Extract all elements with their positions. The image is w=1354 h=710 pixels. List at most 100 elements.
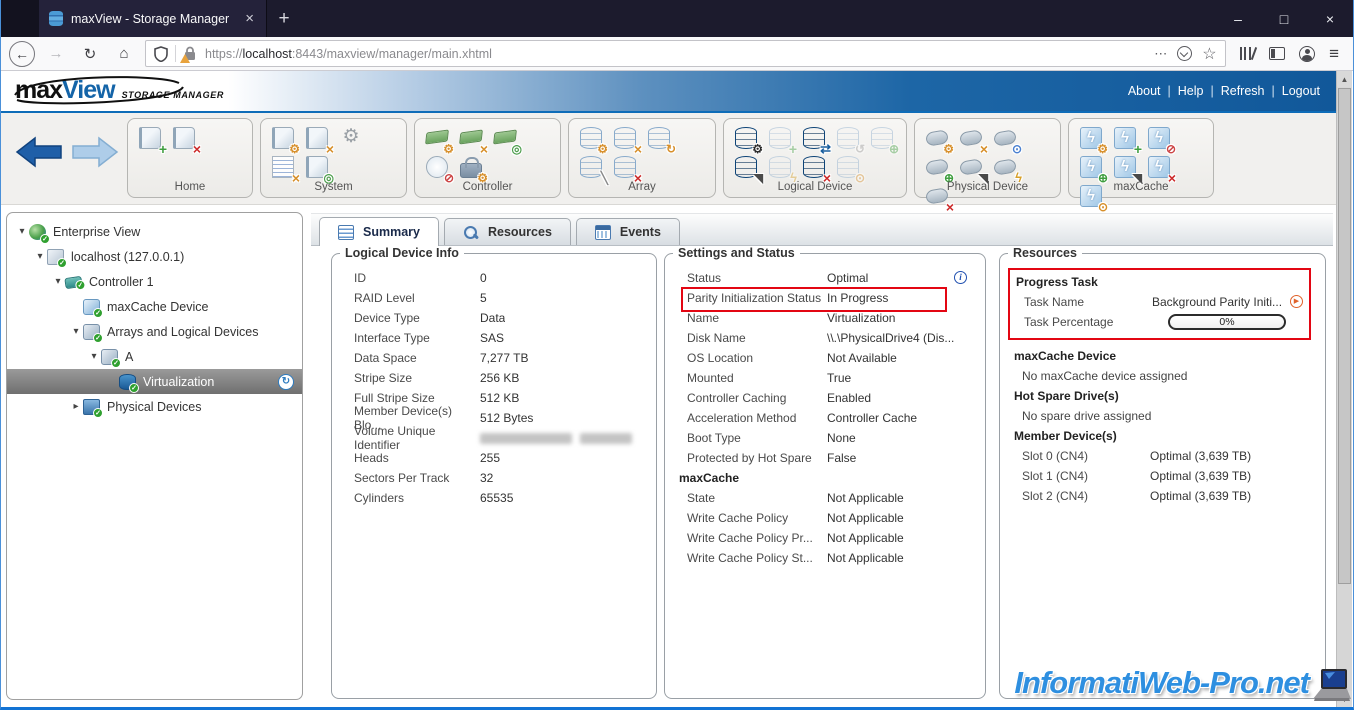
physical-device-config-button[interactable]: × — [959, 126, 985, 151]
preferences-button[interactable]: ⚙ — [339, 126, 365, 151]
close-button[interactable]: × — [1307, 0, 1353, 37]
tab-resources[interactable]: Resources — [444, 218, 571, 245]
tree-item-arrays-and-logical-devices[interactable]: ▾ ✓ Arrays and Logical Devices — [7, 319, 302, 344]
pocket-icon[interactable] — [1177, 46, 1192, 61]
ribbon-group-icons: ⚙ × ↻ ╲ × — [569, 119, 715, 182]
controller-rescan-button[interactable]: ◎ — [493, 126, 519, 151]
array-repair-button[interactable]: ╲ — [579, 155, 605, 180]
tree-item-label: Arrays and Logical Devices — [107, 325, 258, 339]
insecure-lock-icon[interactable] — [183, 46, 198, 61]
clockg-badge-icon: ↺ — [855, 143, 865, 155]
sidebar-toggle-icon[interactable] — [1269, 47, 1285, 60]
tree-item-virtualization[interactable]: ✓Virtualization↻ — [7, 369, 302, 394]
nav-back-arrow[interactable] — [15, 135, 63, 169]
add-system-button[interactable]: + — [138, 126, 164, 151]
scroll-up-arrow[interactable]: ▲ — [1337, 71, 1352, 87]
controller-config-button[interactable]: × — [459, 126, 485, 151]
browser-tab[interactable]: maxView - Storage Manager × — [39, 0, 267, 37]
archive-management-button[interactable]: × — [271, 155, 297, 180]
tab-events[interactable]: Events — [576, 218, 680, 245]
delete-maxcache-button[interactable]: × — [1147, 155, 1173, 180]
url-text[interactable]: https://localhost:8443/maxview/manager/m… — [205, 47, 1147, 61]
info-row: Boot TypeNone — [679, 428, 977, 448]
header-link-logout[interactable]: Logout — [1282, 84, 1320, 98]
array-delete-button[interactable]: × — [613, 155, 639, 180]
delete-system-button[interactable]: × — [172, 126, 198, 151]
physical-device-power-button[interactable]: ⊙ — [993, 126, 1019, 151]
scrollbar-thumb[interactable] — [1338, 88, 1351, 584]
section-header: maxCache Device — [1014, 346, 1317, 366]
tree-caret-icon[interactable]: ▾ — [15, 226, 29, 237]
create-logical-device-button[interactable]: + — [768, 126, 794, 151]
tree-item-controller-1[interactable]: ▾✓Controller 1 — [7, 269, 302, 294]
tab-close-icon[interactable]: × — [243, 10, 256, 27]
new-tab-button[interactable]: + — [267, 0, 301, 37]
system-settings-button[interactable]: ⚙ — [271, 126, 297, 151]
browser-titlebar: maxView - Storage Manager × + – □ × — [1, 0, 1353, 37]
home-button[interactable]: ⌂ — [111, 41, 137, 67]
tree-caret-icon[interactable]: ▾ — [69, 326, 83, 337]
tree-item-maxcache-device[interactable]: ✓maxCache Device — [7, 294, 302, 319]
ribbon-group-label: System — [261, 181, 406, 193]
nav-forward-arrow[interactable] — [71, 135, 119, 169]
page-actions-icon[interactable]: ⋯ — [1154, 46, 1167, 62]
header-link-refresh[interactable]: Refresh — [1221, 84, 1265, 98]
tree-caret-icon[interactable]: ▸ — [69, 401, 83, 412]
row-value: True — [827, 371, 851, 385]
forward-button[interactable]: → — [43, 41, 69, 67]
hamburger-menu-icon[interactable]: ≡ — [1329, 44, 1339, 64]
format-logical-device-button[interactable]: ϟ — [768, 155, 794, 180]
tree-item-a[interactable]: ▾✓A — [7, 344, 302, 369]
system-config-button[interactable]: × — [305, 126, 331, 151]
maxcache-network-button[interactable]: ⊕ — [1079, 155, 1105, 180]
controller-security-button[interactable]: ⚙ — [459, 155, 485, 180]
header-link-help[interactable]: Help — [1178, 84, 1204, 98]
physical-device-network-button[interactable]: ⊕ — [925, 155, 951, 180]
tree-item-label: maxCache Device — [107, 300, 208, 314]
library-icon[interactable] — [1240, 47, 1256, 60]
locate-logical-device-button[interactable]: ◥ — [734, 155, 760, 180]
tab-summary[interactable]: Summary — [319, 217, 439, 246]
logical-device-expand-button[interactable]: ⊕ — [870, 126, 896, 151]
reload-button[interactable]: ↻ — [77, 41, 103, 67]
url-bar[interactable]: https://localhost:8443/maxview/manager/m… — [145, 40, 1226, 67]
page-scrollbar[interactable]: ▲ ▼ — [1336, 71, 1352, 707]
migrate-logical-device-button[interactable]: ⇄ — [802, 126, 828, 151]
tree-caret-icon[interactable]: ▾ — [33, 251, 47, 262]
initialize-physical-device-button[interactable]: ϟ — [993, 155, 1019, 180]
delete-logical-device-button[interactable]: × — [802, 155, 828, 180]
array-rebuild-button[interactable]: ↻ — [647, 126, 673, 151]
silence-alarm-button[interactable]: ⊘ — [425, 155, 451, 180]
tree-item-enterprise-view[interactable]: ▾✓Enterprise View — [7, 219, 302, 244]
locate-maxcache-button[interactable]: ◥ — [1113, 155, 1139, 180]
xorange-badge-icon: × — [634, 143, 642, 155]
ribbon-group-logical: ⚙+⇄↺⊕◥ϟ×⊙Logical Device — [723, 118, 907, 198]
rescan-system-button[interactable]: ◎ — [305, 155, 331, 180]
tree-caret-icon[interactable]: ▾ — [51, 276, 65, 287]
maxcache-settings-button[interactable]: ⚙ — [1079, 126, 1105, 151]
create-maxcache-button[interactable]: + — [1113, 126, 1139, 151]
main-content: SummaryResourcesEvents Logical Device In… — [311, 213, 1333, 707]
back-button[interactable]: ← — [9, 41, 35, 67]
maximize-button[interactable]: □ — [1261, 0, 1307, 37]
minimize-button[interactable]: – — [1215, 0, 1261, 37]
tracking-protection-shield-icon[interactable] — [154, 46, 168, 62]
logical-device-power-button[interactable]: ⊙ — [836, 155, 862, 180]
tree-item-localhost-127-0-0-1-[interactable]: ▾✓localhost (127.0.0.1) — [7, 244, 302, 269]
account-icon[interactable] — [1299, 46, 1315, 62]
logical-device-settings-button[interactable]: ⚙ — [734, 126, 760, 151]
array-settings-button[interactable]: ⚙ — [579, 126, 605, 151]
tree-caret-icon[interactable]: ▾ — [87, 351, 101, 362]
header-link-about[interactable]: About — [1128, 84, 1161, 98]
physical-device-settings-button[interactable]: ⚙ — [925, 126, 951, 151]
tree-item-physical-devices[interactable]: ▸✓Physical Devices — [7, 394, 302, 419]
info-icon[interactable]: i — [954, 271, 967, 284]
logical-device-schedule-button[interactable]: ↺ — [836, 126, 862, 151]
locate-physical-device-button[interactable]: ◥ — [959, 155, 985, 180]
status-check-icon: ✓ — [93, 333, 103, 343]
controller-settings-button[interactable]: ⚙ — [425, 126, 451, 151]
row-label: Disk Name — [687, 331, 827, 345]
disable-maxcache-button[interactable]: ⊘ — [1147, 126, 1173, 151]
array-modify-button[interactable]: × — [613, 126, 639, 151]
bookmark-star-icon[interactable]: ☆ — [1202, 44, 1216, 64]
